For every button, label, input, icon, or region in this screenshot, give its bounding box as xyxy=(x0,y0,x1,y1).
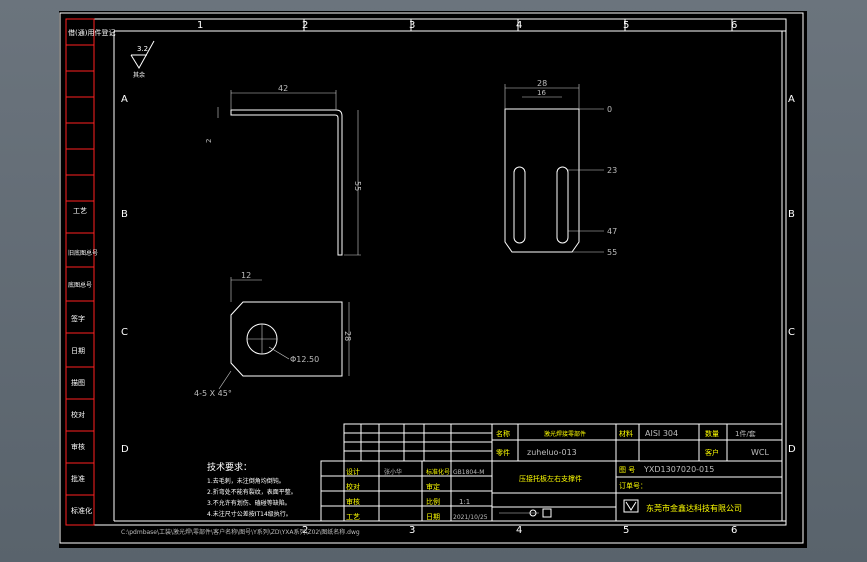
svg-text:校对: 校对 xyxy=(346,482,360,491)
drawing-sheet: 1 2 3 4 5 6 2 3 4 5 6 A B C D A B C D 借(… xyxy=(59,12,804,544)
svg-text:日期: 日期 xyxy=(71,347,85,355)
svg-text:28: 28 xyxy=(343,331,352,341)
svg-text:A: A xyxy=(121,94,128,105)
svg-text:张小华: 张小华 xyxy=(384,468,402,476)
left-zone-letters: A B C D xyxy=(113,31,129,521)
flat-pattern-view: 12 28 Φ12.50 4-5 X 45° xyxy=(194,271,352,398)
svg-text:23: 23 xyxy=(607,166,617,175)
svg-text:28: 28 xyxy=(537,79,547,88)
svg-text:技术要求：: 技术要求： xyxy=(207,461,252,473)
svg-text:日期: 日期 xyxy=(426,513,440,521)
projection-symbol-icon xyxy=(499,508,552,518)
surface-roughness-symbol: 3.2 其余 xyxy=(130,40,155,79)
title-block: 设计 张小华 标准化号 GB1804-M 校对 审定 审核 比例 1:1 工艺 … xyxy=(320,423,783,522)
svg-text:5: 5 xyxy=(623,525,629,536)
svg-text:旧底图总号: 旧底图总号 xyxy=(68,249,98,257)
svg-text:订单号：: 订单号： xyxy=(619,481,647,490)
svg-text:D: D xyxy=(788,444,796,455)
svg-text:B: B xyxy=(121,209,128,220)
zone-number-1: 1 xyxy=(197,20,203,31)
cad-viewport[interactable]: 1 2 3 4 5 6 2 3 4 5 6 A B C D A B C D 借(… xyxy=(59,11,807,548)
svg-text:C: C xyxy=(121,327,128,338)
svg-text:4.未注尺寸公差按IT14级执行。: 4.未注尺寸公差按IT14级执行。 xyxy=(207,510,292,518)
svg-text:4-5 X 45°: 4-5 X 45° xyxy=(194,389,232,398)
svg-text:工艺: 工艺 xyxy=(346,513,360,521)
technical-requirements: 技术要求： 1.去毛刺，未注倒角均倒钝。 2.折弯处不能有裂纹，表面平整。 3.… xyxy=(207,461,297,518)
svg-text:1:1: 1:1 xyxy=(459,498,470,506)
svg-text:数量: 数量 xyxy=(705,429,719,438)
svg-text:C: C xyxy=(788,327,795,338)
svg-text:42: 42 xyxy=(278,84,288,93)
svg-text:47: 47 xyxy=(607,227,617,236)
svg-text:审核: 审核 xyxy=(346,497,360,506)
svg-text:A: A xyxy=(788,94,795,105)
svg-text:D: D xyxy=(121,444,129,455)
svg-text:设计: 设计 xyxy=(346,467,360,476)
svg-text:WCL: WCL xyxy=(751,448,769,457)
svg-text:55: 55 xyxy=(607,248,617,257)
svg-text:2.折弯处不能有裂纹，表面平整。: 2.折弯处不能有裂纹，表面平整。 xyxy=(207,488,297,496)
svg-text:签字: 签字 xyxy=(71,314,85,323)
top-zone-numbers: 1 2 3 4 5 6 xyxy=(114,19,786,32)
svg-text:激光焊接零部件: 激光焊接零部件 xyxy=(544,430,586,438)
svg-text:工艺: 工艺 xyxy=(73,207,87,215)
bend-side-view: 42 55 2 xyxy=(205,84,362,256)
left-registration-panel: 借(通)用件登记 工艺 旧底图总号 底图总号 签字 日期 描图 校对 审核 批准… xyxy=(65,18,115,526)
svg-text:16: 16 xyxy=(537,89,546,97)
svg-text:校对: 校对 xyxy=(71,410,85,419)
svg-text:YXD1307020-015: YXD1307020-015 xyxy=(643,465,714,474)
svg-text:1件/套: 1件/套 xyxy=(735,429,756,438)
svg-text:描图: 描图 xyxy=(71,378,85,387)
svg-text:压接托板左右支撑件: 压接托板左右支撑件 xyxy=(519,474,582,483)
svg-text:审定: 审定 xyxy=(426,482,440,491)
svg-text:批准: 批准 xyxy=(71,474,85,483)
company-logo xyxy=(623,499,639,513)
svg-text:2: 2 xyxy=(205,139,213,143)
zone-number-3: 3 xyxy=(409,20,415,31)
zone-number-5: 5 xyxy=(623,20,629,31)
zone-number-4: 4 xyxy=(516,20,522,31)
right-zone-letters: A B C D xyxy=(781,31,796,521)
svg-text:材料: 材料 xyxy=(619,429,633,438)
svg-text:1.去毛刺，未注倒角均倒钝。: 1.去毛刺，未注倒角均倒钝。 xyxy=(207,477,285,485)
svg-text:比例: 比例 xyxy=(426,497,440,506)
company-name: 东莞市金鑫达科技有限公司 xyxy=(646,503,742,513)
zone-number-6: 6 xyxy=(731,20,737,31)
svg-text:标准化: 标准化 xyxy=(71,506,92,515)
svg-text:B: B xyxy=(788,209,795,220)
outer-frame xyxy=(59,12,804,544)
svg-text:2021/10/25: 2021/10/25 xyxy=(453,514,488,521)
svg-text:标准化号: 标准化号 xyxy=(426,468,450,476)
svg-text:12: 12 xyxy=(241,271,251,280)
svg-text:AISI 304: AISI 304 xyxy=(645,429,678,438)
svg-text:3: 3 xyxy=(409,525,415,536)
slot-front-view: 28 16 0 23 47 55 xyxy=(504,79,617,257)
svg-text:3.2: 3.2 xyxy=(137,45,148,53)
svg-text:55: 55 xyxy=(353,181,362,191)
svg-text:GB1804-M: GB1804-M xyxy=(453,469,484,476)
svg-text:零件: 零件 xyxy=(496,448,510,457)
svg-text:4: 4 xyxy=(516,525,522,536)
svg-text:审核: 审核 xyxy=(71,442,85,451)
panel-label: 借(通)用件登记 xyxy=(68,28,115,37)
file-path: C:\pdmbase\工装\激光焊\零部件\客户名称\图号\Y系列\ZD\YXA… xyxy=(121,528,360,536)
svg-text:名称: 名称 xyxy=(496,429,510,438)
svg-text:其余: 其余 xyxy=(133,71,145,79)
svg-text:客户: 客户 xyxy=(705,448,719,457)
svg-text:6: 6 xyxy=(731,525,737,536)
svg-text:0: 0 xyxy=(607,105,612,114)
svg-text:底图总号: 底图总号 xyxy=(68,281,92,289)
inner-frame xyxy=(65,18,787,526)
svg-text:3.不允许有划伤、磕碰等缺陷。: 3.不允许有划伤、磕碰等缺陷。 xyxy=(207,499,291,507)
svg-text:图 号: 图 号 xyxy=(619,466,635,474)
svg-text:Φ12.50: Φ12.50 xyxy=(290,355,319,364)
zone-number-2: 2 xyxy=(302,20,308,31)
svg-text:zuheluo-013: zuheluo-013 xyxy=(527,448,577,457)
